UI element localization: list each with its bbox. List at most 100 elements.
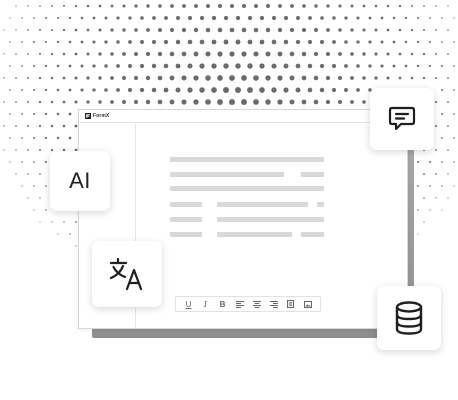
background-dot [410,28,414,32]
align-left-icon [235,300,244,308]
background-dot [295,87,301,93]
background-dot [169,99,175,105]
background-dot [356,88,360,92]
background-dot [38,76,42,80]
background-dot [92,64,96,68]
background-dot [386,4,390,8]
background-dot [253,75,259,81]
background-dot [110,100,114,104]
background-dot [331,87,337,93]
background-dot [362,28,366,32]
underline-button[interactable]: U [183,298,195,310]
background-dot [447,77,449,79]
ai-label: AI [69,168,91,193]
background-dot [241,75,247,81]
background-dot [128,40,132,44]
background-dot [139,63,145,69]
text-line [170,172,284,177]
background-dot [259,63,265,69]
align-right-button[interactable] [268,298,280,310]
background-dot [386,28,390,32]
background-dot [441,65,443,67]
background-dot [289,51,295,57]
background-dot [217,75,223,81]
background-dot [290,4,294,8]
background-dot [350,100,354,104]
image-icon [303,300,312,308]
align-left-button[interactable] [234,298,246,310]
background-dot [319,87,325,93]
background-dot [57,233,59,235]
document-button[interactable] [285,298,297,310]
background-dot [50,100,54,104]
background-dot [104,40,108,44]
background-dot [313,75,319,81]
background-dot [9,41,11,43]
background-dot [271,87,277,93]
background-dot [122,100,126,104]
background-dot [247,63,253,69]
background-dot [283,39,289,45]
background-dot [223,63,229,69]
background-dot [417,233,419,235]
database-card[interactable] [377,286,441,350]
background-dot [218,4,222,8]
background-dot [50,148,54,152]
background-dot [429,17,431,19]
background-dot [122,76,126,80]
background-dot [45,17,47,19]
background-dot [441,185,443,187]
background-dot [104,64,108,68]
background-dot [122,4,126,8]
background-dot [404,64,408,68]
text-line [170,186,324,191]
background-dot [9,113,11,115]
background-dot [302,4,306,8]
background-dot [56,112,60,116]
background-dot [45,185,47,187]
background-dot [337,99,343,105]
background-dot [158,28,162,32]
background-dot [441,113,443,115]
background-dot [104,16,108,20]
background-dot [271,63,277,69]
image-button[interactable] [302,298,314,310]
background-dot [15,173,17,175]
background-dot [92,40,96,44]
document-icon [287,300,294,308]
comment-card[interactable] [370,88,434,150]
comment-icon [388,106,416,131]
background-dot [338,4,342,8]
translate-card[interactable] [92,241,162,307]
text-line [301,172,324,177]
background-dot [169,51,175,57]
bold-button[interactable]: B [217,298,229,310]
background-dot [205,51,211,57]
background-dot [27,53,29,55]
background-dot [283,87,289,93]
background-dot [356,40,360,44]
background-dot [398,4,402,8]
background-dot [68,40,72,44]
italic-button[interactable]: I [200,298,212,310]
background-dot [362,52,366,56]
background-dot [344,88,348,92]
background-dot [211,39,217,45]
background-dot [33,161,35,163]
ai-card[interactable]: AI [50,151,110,211]
background-dot [151,39,157,45]
background-dot [234,86,242,94]
background-dot [277,27,283,33]
background-dot [453,137,455,139]
background-dot [441,41,443,43]
background-dot [380,40,384,44]
align-center-button[interactable] [251,298,263,310]
background-dot [56,40,60,44]
background-dot [133,75,139,81]
background-dot [21,17,23,19]
background-dot [157,75,163,81]
background-dot [307,39,313,45]
background-dot [416,40,420,44]
background-dot [277,99,283,105]
background-dot [332,16,336,20]
